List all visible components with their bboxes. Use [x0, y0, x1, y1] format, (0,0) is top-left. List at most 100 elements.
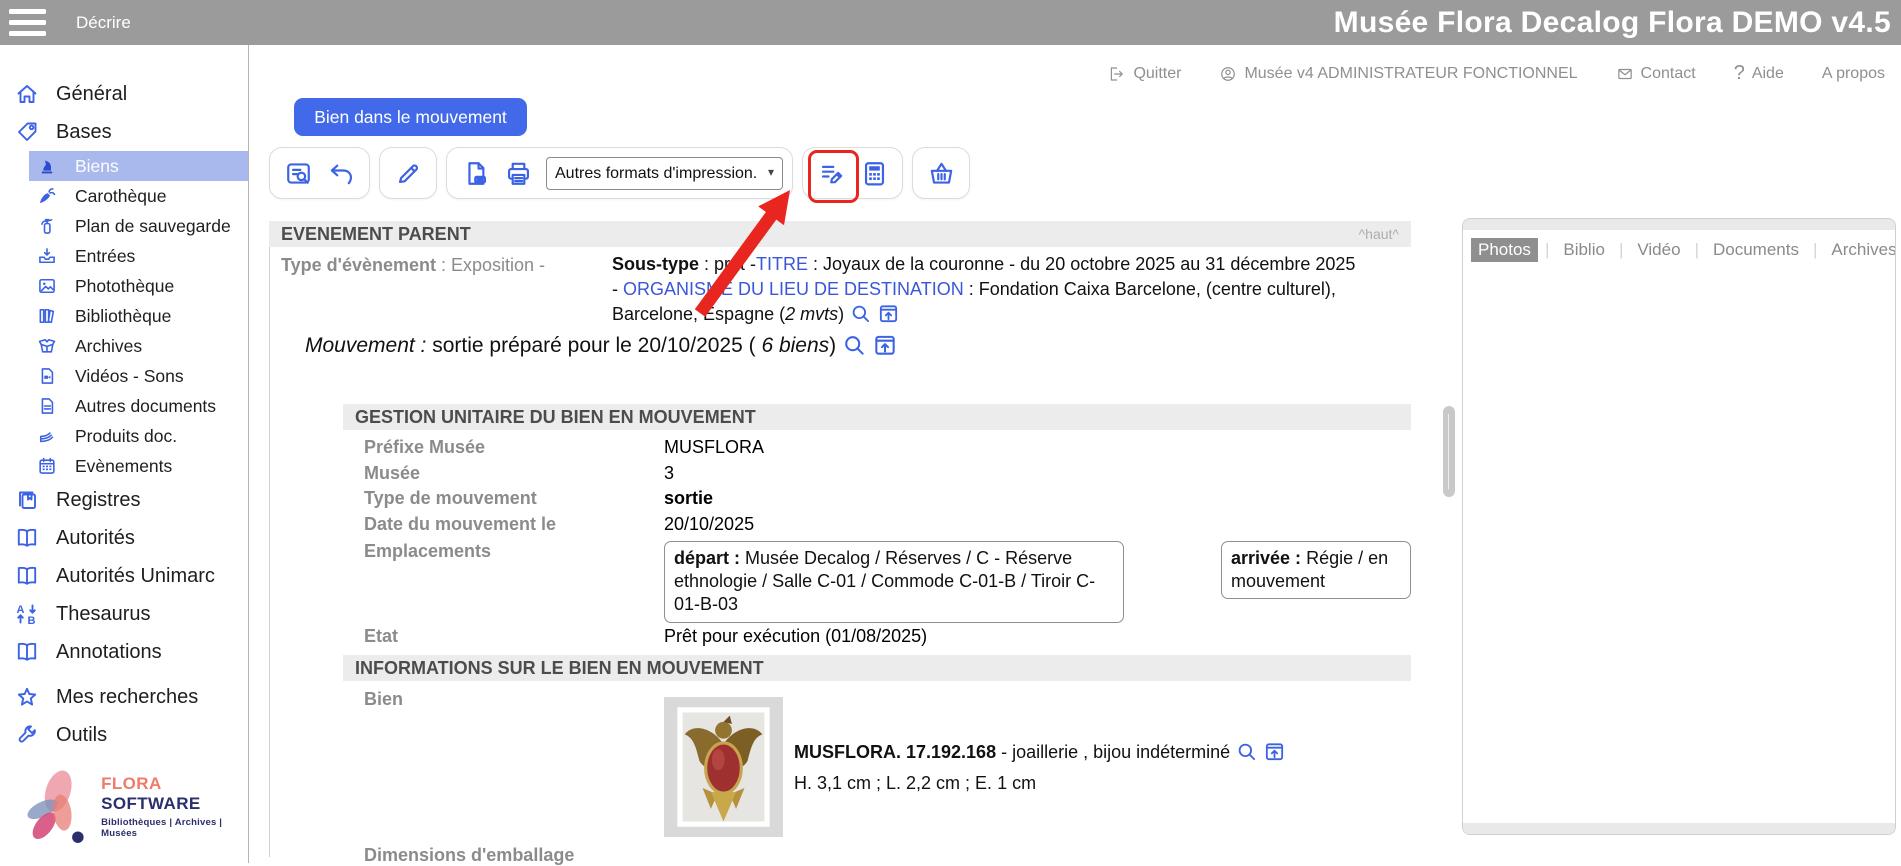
sidebar-item-bibliotheque[interactable]: Bibliothèque	[0, 301, 248, 331]
user-menu[interactable]: Musée v4 ADMINISTRATEUR FONCTIONNEL	[1219, 65, 1577, 83]
open-box-icon	[37, 336, 57, 356]
tab-video[interactable]: Vidéo	[1630, 238, 1687, 262]
toolbar-group-list-edit	[802, 147, 903, 199]
exit-icon	[1108, 65, 1126, 83]
tab-biblio[interactable]: Biblio	[1556, 238, 1612, 262]
sidebar-item-label: Bibliothèque	[75, 306, 171, 327]
sidebar-item-autorites-unimarc[interactable]: Autorités Unimarc	[0, 557, 248, 595]
hamburger-menu-icon[interactable]	[9, 9, 46, 36]
sidebar-item-autorites[interactable]: Autorités	[0, 519, 248, 557]
sidebar-item-label: Bases	[56, 121, 112, 144]
sidebar-item-label: Biens	[75, 156, 119, 177]
print-button[interactable]	[499, 153, 537, 193]
utility-bar: Quitter Musée v4 ADMINISTRATEUR FONCTION…	[1108, 62, 1885, 85]
open-record-icon[interactable]	[877, 302, 900, 325]
media-panel-top-strip	[1463, 219, 1895, 230]
open-record-icon[interactable]	[872, 332, 898, 358]
edit-list-button[interactable]	[812, 153, 850, 193]
sidebar-item-archives[interactable]: Archives	[0, 331, 248, 361]
sort-alpha-icon: AB	[15, 602, 39, 626]
wrench-icon	[15, 723, 39, 747]
sidebar-item-videos-sons[interactable]: Vidéos - Sons	[0, 361, 248, 391]
bien-thumbnail[interactable]	[664, 697, 783, 837]
sidebar-item-thesaurus[interactable]: AB Thesaurus	[0, 595, 248, 633]
about-button[interactable]: A propos	[1822, 65, 1885, 83]
toolbar-group-print: Autres formats d'impression... ▾	[446, 147, 793, 199]
sidebar-item-annotations[interactable]: Annotations	[0, 633, 248, 671]
sidebar-item-biens[interactable]: Biens	[29, 151, 248, 181]
list-search-button[interactable]	[279, 153, 317, 193]
paper-stack-icon	[37, 426, 57, 446]
print-format-select[interactable]: Autres formats d'impression...	[546, 157, 783, 190]
tab-bien-dans-le-mouvement[interactable]: Bien dans le mouvement	[294, 98, 527, 136]
registers-icon	[15, 488, 39, 512]
svg-text:B: B	[28, 615, 36, 626]
search-icon[interactable]	[1235, 740, 1258, 763]
bien-identification-line: MUSFLORA. 17.192.168 - joaillerie , bijo…	[794, 740, 1286, 763]
sidebar-item-label: Vidéos - Sons	[75, 366, 184, 387]
sidebar-item-bases[interactable]: Bases	[0, 113, 248, 151]
sidebar-item-label: Autorités	[56, 527, 135, 550]
basket-button[interactable]	[922, 153, 960, 193]
section-header-gestion: GESTION UNITAIRE DU BIEN EN MOUVEMENT	[343, 404, 1411, 430]
sidebar-item-autres-documents[interactable]: Autres documents	[0, 391, 248, 421]
help-button[interactable]: ? Aide	[1734, 62, 1784, 85]
field-label-bien: Bien	[364, 689, 403, 710]
flora-petals-icon	[13, 760, 95, 852]
calculator-button[interactable]	[855, 153, 893, 193]
sidebar-item-label: Photothèque	[75, 276, 174, 297]
open-book-icon	[15, 526, 39, 550]
flora-software-logo: FLORA SOFTWARE Bibliothèques | Archives …	[13, 760, 248, 852]
edit-button[interactable]	[389, 153, 427, 193]
svg-text:A: A	[17, 604, 25, 616]
toolbar-group-edit	[379, 147, 437, 199]
sidebar-item-label: Outils	[56, 724, 107, 747]
panel-splitter-handle[interactable]	[1443, 406, 1455, 497]
undo-arrow-icon	[327, 159, 356, 188]
contact-button[interactable]: Contact	[1616, 65, 1696, 83]
basket-icon	[927, 159, 956, 188]
sidebar-item-general[interactable]: Général	[0, 75, 248, 113]
sidebar-item-carotheque[interactable]: Carothèque	[0, 181, 248, 211]
sidebar-item-outils[interactable]: Outils	[0, 716, 248, 754]
tab-documents[interactable]: Documents	[1706, 238, 1806, 262]
logo-brand-first: FLORA	[101, 774, 161, 793]
chess-knight-icon	[37, 156, 57, 176]
media-panel: Photos | Biblio | Vidéo | Documents | Ar…	[1462, 218, 1896, 835]
toolbar-group-search	[269, 147, 370, 199]
media-panel-tabs: Photos | Biblio | Vidéo | Documents | Ar…	[1463, 230, 1895, 270]
sidebar-item-entrees[interactable]: Entrées	[0, 241, 248, 271]
sidebar-item-label: Plan de sauvegarde	[75, 216, 231, 237]
sidebar-nav: Général Bases Biens Carothèque Plan de s…	[0, 45, 248, 754]
sidebar-item-label: Thesaurus	[56, 603, 151, 626]
sidebar-item-label: Evènements	[75, 456, 172, 477]
undo-button[interactable]	[322, 153, 360, 193]
sidebar-item-label: Produits doc.	[75, 426, 177, 447]
list-search-icon	[284, 159, 313, 188]
calendar-icon	[37, 456, 57, 476]
sidebar-item-evenements[interactable]: Evènements	[0, 451, 248, 481]
open-record-icon[interactable]	[1263, 740, 1286, 763]
search-icon[interactable]	[849, 302, 872, 325]
sidebar: Général Bases Biens Carothèque Plan de s…	[0, 45, 249, 863]
tab-photos[interactable]: Photos	[1471, 238, 1538, 262]
tab-archives[interactable]: Archives	[1824, 238, 1896, 262]
field-label-emplacements: Emplacements	[364, 541, 491, 562]
sidebar-item-phototheque[interactable]: Photothèque	[0, 271, 248, 301]
app-title: Musée Flora Decalog Flora DEMO v4.5	[1334, 6, 1891, 40]
carrot-icon	[37, 186, 57, 206]
file-print-button[interactable]	[456, 153, 494, 193]
field-label-musee: Musée	[364, 463, 420, 484]
media-panel-bottom-strip	[1463, 823, 1895, 834]
sidebar-item-mes-recherches[interactable]: Mes recherches	[0, 678, 248, 716]
sidebar-item-produits-doc[interactable]: Produits doc.	[0, 421, 248, 451]
movement-line: Mouvement : sortie préparé pour le 20/10…	[305, 332, 898, 358]
sidebar-item-plan-de-sauvegarde[interactable]: Plan de sauvegarde	[0, 211, 248, 241]
back-to-top-link[interactable]: ^haut^	[1359, 226, 1399, 242]
quit-button[interactable]: Quitter	[1108, 65, 1181, 83]
calculator-icon	[860, 159, 889, 188]
sidebar-item-registres[interactable]: Registres	[0, 481, 248, 519]
field-value-type-de-mouvement: sortie	[664, 488, 713, 509]
toolbar: Autres formats d'impression... ▾	[269, 147, 970, 199]
search-icon[interactable]	[841, 332, 867, 358]
